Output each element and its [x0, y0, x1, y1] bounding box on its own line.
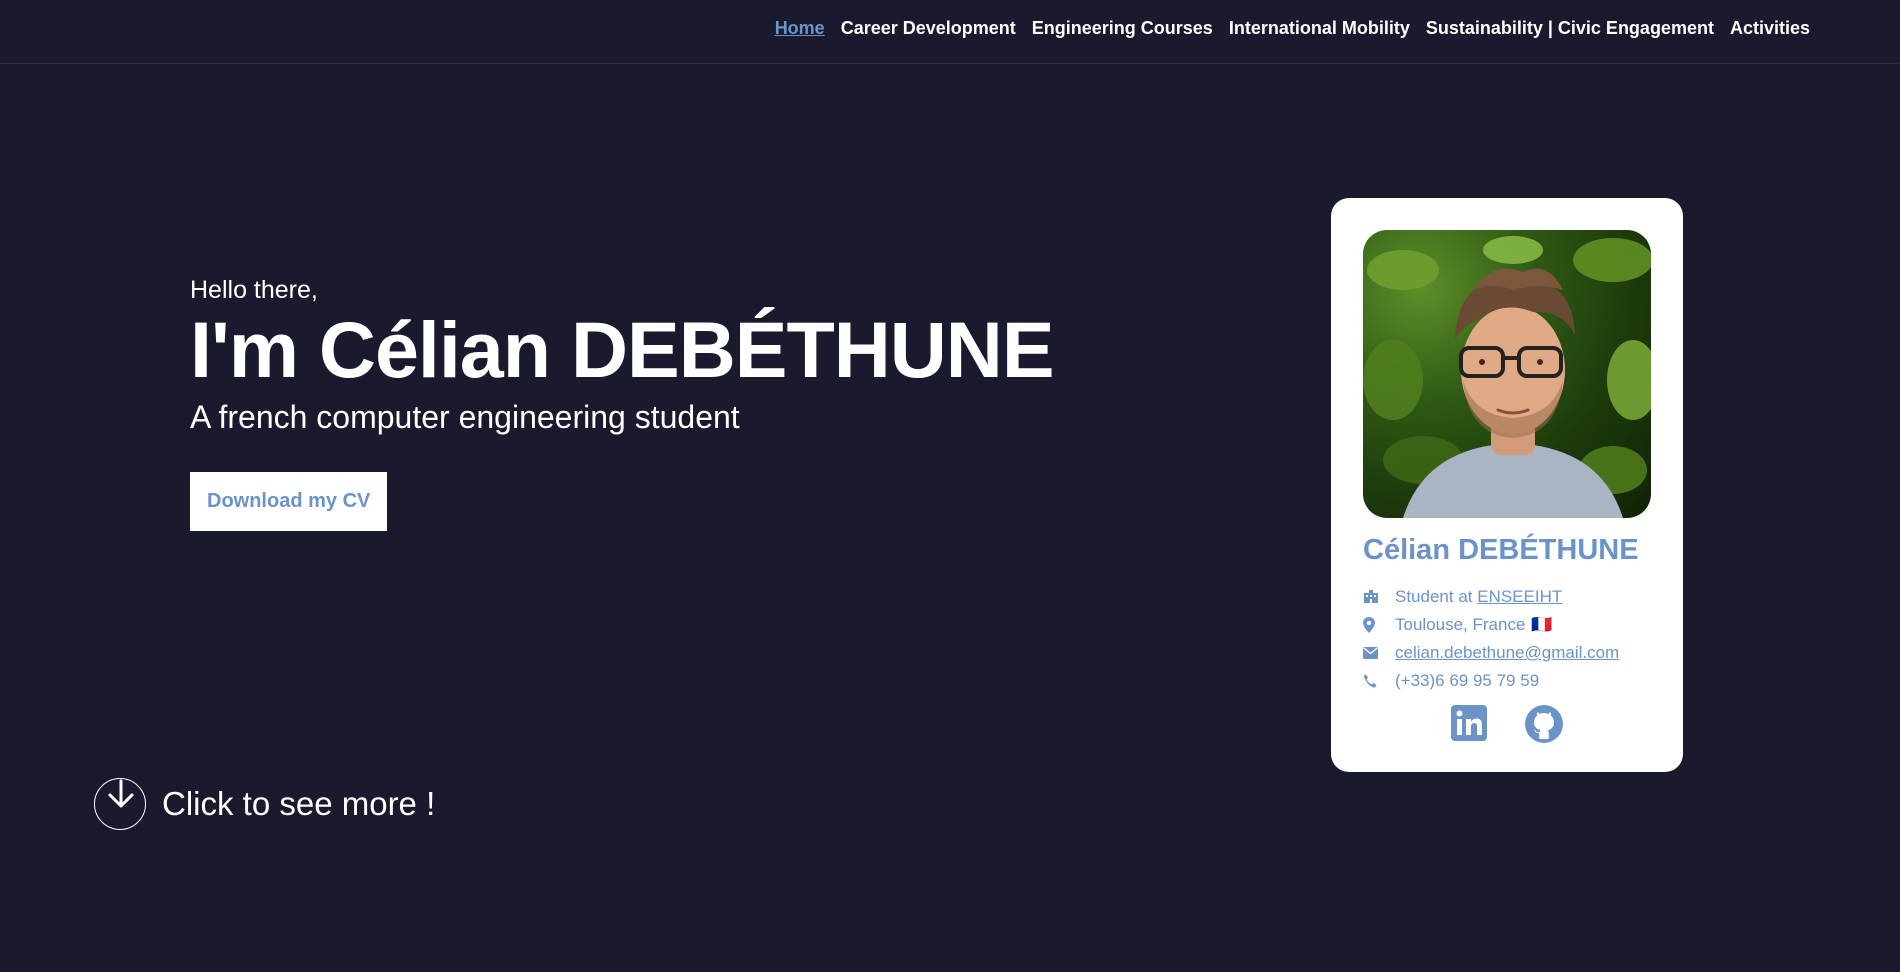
nav-item-international-mobility[interactable]: International Mobility [1229, 18, 1410, 38]
hero-greeting: Hello there, [190, 276, 318, 304]
location-text: Toulouse, France [1395, 615, 1526, 634]
school-row: Student at ENSEEIHT [1363, 583, 1651, 611]
nav-item-engineering-courses[interactable]: Engineering Courses [1032, 18, 1213, 38]
hero-subtitle: A french computer engineering student [190, 399, 740, 435]
location-row: Toulouse, France 🇫🇷 [1363, 611, 1651, 639]
card-name: Célian DEBÉTHUNE [1363, 534, 1639, 566]
hero-section: Hello there, I'm Célian DEBÉTHUNE A fren… [190, 276, 1055, 531]
envelope-icon [1363, 647, 1395, 659]
phone-row: (+33)6 69 95 79 59 [1363, 667, 1651, 695]
building-icon [1363, 590, 1395, 604]
school-prefix: Student at [1395, 587, 1478, 606]
nav-list: Home Career Development Engineering Cour… [775, 18, 1810, 39]
linkedin-icon[interactable] [1451, 705, 1487, 748]
phone-text: (+33)6 69 95 79 59 [1395, 671, 1540, 690]
social-links [1363, 705, 1651, 748]
arrow-down-circle-icon[interactable] [94, 778, 146, 830]
github-icon[interactable] [1525, 705, 1563, 748]
phone-icon [1363, 674, 1395, 688]
download-cv-button[interactable]: Download my CV [190, 472, 388, 531]
profile-photo [1363, 230, 1651, 518]
see-more-link[interactable]: Click to see more ! [94, 778, 435, 830]
nav-item-activities[interactable]: Activities [1730, 18, 1810, 38]
nav-item-home[interactable]: Home [775, 18, 825, 38]
email-link[interactable]: celian.debethune@gmail.com [1395, 643, 1619, 663]
see-more-label[interactable]: Click to see more ! [162, 785, 435, 823]
hero-headline: I'm Célian DEBÉTHUNE [190, 305, 1055, 394]
school-link[interactable]: ENSEEIHT [1477, 587, 1562, 607]
map-pin-icon [1363, 617, 1395, 633]
profile-card: Célian DEBÉTHUNE Student at ENSEEIHT Tou… [1331, 198, 1683, 772]
france-flag-icon: 🇫🇷 [1531, 615, 1553, 634]
nav-item-career-development[interactable]: Career Development [841, 18, 1016, 38]
nav-item-sustainability[interactable]: Sustainability | Civic Engagement [1426, 18, 1714, 38]
email-row: celian.debethune@gmail.com [1363, 639, 1651, 667]
top-navigation: Home Career Development Engineering Cour… [0, 0, 1900, 64]
